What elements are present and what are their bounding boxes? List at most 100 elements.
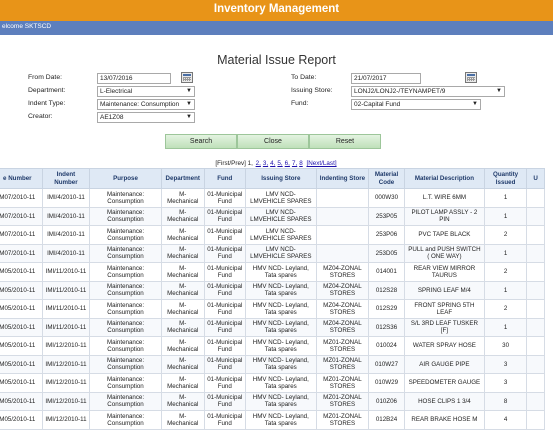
table-cell: 1: [483, 317, 528, 337]
table-cell: IMI/11/2010-11: [41, 317, 91, 337]
table-cell: IMI/4/2010-11: [41, 225, 91, 245]
to-date-calendar-icon[interactable]: [465, 72, 477, 83]
pager-page-link[interactable]: 6,: [285, 160, 290, 167]
table-row[interactable]: M07/2010-11 IMI/4/2010-11 Maintenance: Con…: [0, 206, 545, 226]
table-cell: [526, 299, 545, 319]
table-row[interactable]: M05/2010-11 IMI/12/2010-11 Maintenance: Co…: [0, 410, 545, 430]
table-cell: 01-Municipal Fund: [203, 299, 246, 319]
close-button[interactable]: Close: [237, 134, 309, 149]
table-cell: REAR VIEW MIRROR TAURUS: [403, 262, 485, 282]
table-cell: 2: [483, 225, 528, 245]
table-cell: LMV NCD- LMVEHICLE SPARES: [244, 188, 317, 208]
fund-select[interactable]: 02-Capital Fund ▼: [351, 99, 481, 110]
table-cell: 1: [483, 206, 528, 226]
pager-page-link[interactable]: 3,: [263, 160, 268, 167]
department-select[interactable]: L-Electrical ▼: [97, 86, 195, 97]
table-cell: [526, 354, 545, 374]
table-cell: 012S36: [368, 317, 405, 337]
chevron-down-icon: ▼: [186, 88, 192, 94]
table-cell: M05/2010-11: [0, 280, 43, 300]
table-cell: SPEEDOMETER GAUGE: [403, 373, 485, 393]
table-cell: IMI/12/2010-11: [41, 410, 91, 430]
reset-button[interactable]: Reset: [309, 134, 381, 149]
table-cell: FRONT SPRING 5TH LEAF: [403, 299, 485, 319]
table-cell: Maintenance: Consumption: [89, 188, 162, 208]
pager-current: 1,: [247, 160, 253, 167]
table-cell: MZ01-ZONAL STORES: [315, 373, 370, 393]
table-cell: IMI/12/2010-11: [41, 373, 91, 393]
table-cell: IMI/12/2010-11: [41, 391, 91, 411]
table-cell: 012S28: [368, 280, 405, 300]
pager-next-last[interactable]: [Next/Last]: [306, 160, 336, 167]
table-cell: 01-Municipal Fund: [203, 336, 246, 356]
indent-type-select[interactable]: Maintenance: Consumption ▼: [97, 99, 195, 110]
from-date-calendar-icon[interactable]: [181, 72, 193, 83]
table-cell: HMV NCD- Leyland, Tata spares: [244, 336, 317, 356]
table-cell: M05/2010-11: [0, 373, 43, 393]
table-row[interactable]: M07/2010-11 IMI/4/2010-11 Maintenance: Con…: [0, 225, 545, 245]
table-cell: M05/2010-11: [0, 299, 43, 319]
table-cell: 01-Municipal Fund: [203, 354, 246, 374]
table-row[interactable]: M05/2010-11 IMI/12/2010-11 Maintenance: Co…: [0, 336, 545, 356]
table-cell: IMI/4/2010-11: [41, 243, 91, 263]
table-cell: [315, 188, 370, 208]
table-cell: HMV NCD- Leyland, Tata spares: [244, 410, 317, 430]
column-header: Fund: [203, 168, 246, 189]
table-cell: MZ04-ZONAL STORES: [315, 262, 370, 282]
table-cell: M-Mechanical: [160, 262, 205, 282]
table-row[interactable]: M05/2010-11 IMI/11/2010-11 Maintenance: Co…: [0, 299, 545, 319]
table-row[interactable]: M05/2010-11 IMI/12/2010-11 Maintenance: Co…: [0, 373, 545, 393]
table-cell: [526, 243, 545, 263]
table-cell: 3: [483, 373, 528, 393]
table-cell: HMV NCD- Leyland, Tata spares: [244, 262, 317, 282]
indent-type-value: Maintenance: Consumption: [100, 101, 180, 108]
table-cell: IMI/11/2010-11: [41, 299, 91, 319]
table-row[interactable]: M05/2010-11 IMI/11/2010-11 Maintenance: Co…: [0, 280, 545, 300]
table-cell: S/L 3RD LEAF TUSKER [F]: [403, 317, 485, 337]
welcome-bar: elcome SKTSCD: [0, 21, 553, 35]
table-cell: HOSE CLIPS 1 3/4: [403, 391, 485, 411]
from-date-input[interactable]: 13/07/2016: [97, 73, 171, 84]
search-button[interactable]: Search: [165, 134, 237, 149]
table-cell: M05/2010-11: [0, 391, 43, 411]
table-cell: [526, 262, 545, 282]
creator-select[interactable]: AE1Z08 ▼: [97, 112, 195, 123]
chevron-down-icon: ▼: [496, 88, 502, 94]
table-cell: M-Mechanical: [160, 410, 205, 430]
table-cell: M05/2010-11: [0, 410, 43, 430]
table-cell: 012S29: [368, 299, 405, 319]
pager-first-prev[interactable]: [First/Prev]: [215, 160, 245, 167]
table-cell: LMV NCD- LMVEHICLE SPARES: [244, 243, 317, 263]
issuing-store-select[interactable]: LONJ2/LONJ2-/TEYNAMPET/9 ▼: [351, 86, 505, 97]
table-cell: HMV NCD- Leyland, Tata spares: [244, 299, 317, 319]
pager-page-link[interactable]: 7,: [292, 160, 297, 167]
table-cell: [526, 225, 545, 245]
pagination: [First/Prev] 1, 2, 3, 4, 5, 6, 7, 8 [Next/Last…: [0, 160, 553, 167]
to-date-input[interactable]: 21/07/2017: [351, 73, 421, 84]
table-row[interactable]: M05/2010-11 IMI/12/2010-11 Maintenance: Co…: [0, 354, 545, 374]
table-row[interactable]: M07/2010-11 IMI/4/2010-11 Maintenance: Con…: [0, 188, 545, 208]
table-cell: Maintenance: Consumption: [89, 391, 162, 411]
pager-page-link[interactable]: 2,: [256, 160, 261, 167]
pager-page-link[interactable]: 4,: [270, 160, 275, 167]
table-row[interactable]: M05/2010-11 IMI/11/2010-11 Maintenance: Co…: [0, 262, 545, 282]
table-cell: M-Mechanical: [160, 280, 205, 300]
table-cell: 01-Municipal Fund: [203, 188, 246, 208]
table-cell: [315, 243, 370, 263]
pager-page-link[interactable]: 5,: [277, 160, 282, 167]
table-row[interactable]: M07/2010-11 IMI/4/2010-11 Maintenance: Con…: [0, 243, 545, 263]
table-row[interactable]: M05/2010-11 IMI/12/2010-11 Maintenance: Co…: [0, 391, 545, 411]
table-cell: MZ01-ZONAL STORES: [315, 354, 370, 374]
table-cell: 2: [483, 262, 528, 282]
column-header: Material Description: [403, 168, 485, 189]
table-cell: PILOT LAMP ASSLY - 2 PIN: [403, 206, 485, 226]
report-table: e Number Indent Number Purpose Department Fu…: [0, 168, 545, 430]
pager-page-link[interactable]: 8: [299, 160, 303, 167]
table-cell: M-Mechanical: [160, 391, 205, 411]
table-row[interactable]: M05/2010-11 IMI/11/2010-11 Maintenance: Co…: [0, 317, 545, 337]
table-cell: 012B24: [368, 410, 405, 430]
table-cell: 01-Municipal Fund: [203, 206, 246, 226]
table-cell: M05/2010-11: [0, 354, 43, 374]
table-cell: L.T. WIRE 6MM: [403, 188, 485, 208]
table-cell: Maintenance: Consumption: [89, 336, 162, 356]
